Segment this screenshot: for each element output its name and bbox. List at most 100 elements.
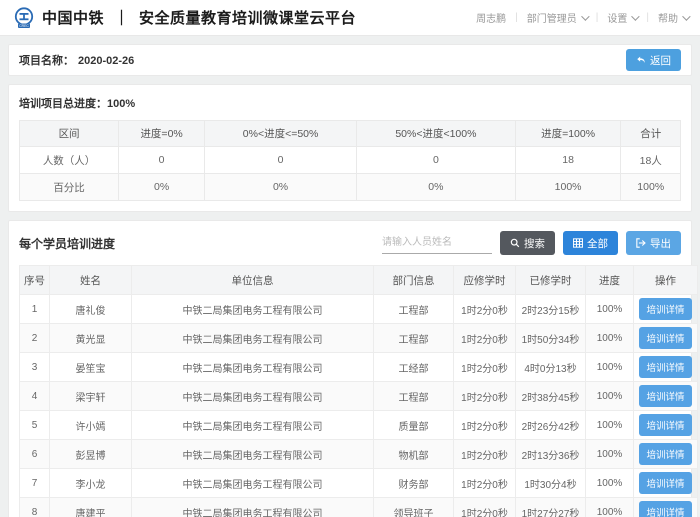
required-hours: 1时2分0秒 [454,411,516,440]
dept-info: 工程部 [374,324,454,353]
percent-value: 0% [357,174,516,201]
student-name: 晏笙宝 [50,353,132,382]
completed-hours: 2时13分36秒 [516,440,586,469]
brand-name: 中国中铁 [42,7,104,28]
table-row: 5许小嫣中铁二局集团电务工程有限公司质量部1时2分0秒2时26分42秒100%培… [20,411,698,440]
table-row: 8唐建平中铁二局集团电务工程有限公司领导班子1时2分0秒1时27分27秒100%… [20,498,698,517]
search-button-label: 搜索 [524,236,545,251]
menu-department-admin[interactable]: 部门管理员 [527,10,587,25]
summary-title-label: 培训项目总进度： [19,98,107,110]
summary-title-value: 100% [107,98,135,110]
unit-info: 中铁二局集团电务工程有限公司 [132,295,374,324]
summary-title: 培训项目总进度：100% [19,95,681,111]
student-name: 唐建平 [50,498,132,517]
action-cell: 培训详情 [634,411,698,440]
students-table: 序号 姓名 单位信息 部门信息 应修学时 已修学时 进度 操作 1唐礼俊中铁二局… [19,265,698,517]
unit-info: 中铁二局集团电务工程有限公司 [132,324,374,353]
percent-value: 100% [621,174,681,201]
all-button[interactable]: 全部 [563,231,618,255]
col-completed-hours: 已修学时 [516,266,586,295]
summary-row-percent: 百分比 0% 0% 0% 100% 100% [20,174,681,201]
completed-hours: 4时0分13秒 [516,353,586,382]
search-button[interactable]: 搜索 [500,231,555,255]
progress-value: 100% [586,440,634,469]
student-name: 李小龙 [50,469,132,498]
col-unit: 单位信息 [132,266,374,295]
percent-value: 100% [515,174,621,201]
student-name: 唐礼俊 [50,295,132,324]
training-detail-button[interactable]: 培训详情 [639,385,691,407]
row-index: 5 [20,411,50,440]
table-row: 4梁宇轩中铁二局集团电务工程有限公司工程部1时2分0秒2时38分45秒100%培… [20,382,698,411]
back-arrow-icon [636,55,646,65]
brand-divider: ｜ [114,7,129,28]
search-input[interactable] [382,232,492,254]
completed-hours: 1时27分27秒 [516,498,586,517]
chevron-down-icon [682,12,690,20]
row-index: 1 [20,295,50,324]
nav-separator: | [646,12,649,23]
export-button[interactable]: 导出 [626,231,681,255]
training-detail-button[interactable]: 培训详情 [639,414,691,436]
nav-separator: | [515,12,518,23]
project-name-value: 2020-02-26 [78,55,134,67]
table-row: 2黄光显中铁二局集团电务工程有限公司工程部1时2分0秒1时50分34秒100%培… [20,324,698,353]
table-row: 6彭昱博中铁二局集团电务工程有限公司物机部1时2分0秒2时13分36秒100%培… [20,440,698,469]
row-index: 7 [20,469,50,498]
progress-value: 100% [586,498,634,517]
completed-hours: 2时23分15秒 [516,295,586,324]
students-table-header-row: 序号 姓名 单位信息 部门信息 应修学时 已修学时 进度 操作 [20,266,698,295]
unit-info: 中铁二局集团电务工程有限公司 [132,353,374,382]
completed-hours: 2时38分45秒 [516,382,586,411]
all-button-label: 全部 [587,236,608,251]
action-cell: 培训详情 [634,440,698,469]
project-name-label: 项目名称： [19,55,74,67]
table-row: 1唐礼俊中铁二局集团电务工程有限公司工程部1时2分0秒2时23分15秒100%培… [20,295,698,324]
chevron-down-icon [581,12,589,20]
count-value: 0 [205,147,357,174]
table-row: 7李小龙中铁二局集团电务工程有限公司财务部1时2分0秒1时30分4秒100%培训… [20,469,698,498]
dept-info: 工程部 [374,382,454,411]
export-icon [636,238,646,248]
student-name: 许小嫣 [50,411,132,440]
training-detail-button[interactable]: 培训详情 [639,327,691,349]
dept-info: 工程部 [374,295,454,324]
count-value: 18人 [621,147,681,174]
menu-help[interactable]: 帮助 [658,10,688,25]
row-index: 6 [20,440,50,469]
nav-separator: | [596,12,599,23]
dept-info: 质量部 [374,411,454,440]
training-detail-button[interactable]: 培训详情 [639,472,691,494]
training-detail-button[interactable]: 培训详情 [639,356,691,378]
dept-info: 领导班子 [374,498,454,517]
unit-info: 中铁二局集团电务工程有限公司 [132,440,374,469]
students-card: 每个学员培训进度 搜索 [8,220,692,517]
col-progress-50-100: 50%<进度<100% [357,121,516,147]
training-detail-button[interactable]: 培训详情 [639,443,691,465]
row-index: 4 [20,382,50,411]
summary-card: 培训项目总进度：100% 区间 进度=0% 0%<进度<=50% 50%<进度<… [8,84,692,212]
training-detail-button[interactable]: 培训详情 [639,298,691,320]
project-name: 项目名称： 2020-02-26 [19,51,134,69]
menu-settings[interactable]: 设置 [607,10,637,25]
completed-hours: 2时26分42秒 [516,411,586,440]
unit-info: 中铁二局集团电务工程有限公司 [132,498,374,517]
menu-label: 部门管理员 [527,10,577,25]
back-button[interactable]: 返回 [626,49,681,71]
col-total: 合计 [621,121,681,147]
training-detail-button[interactable]: 培训详情 [639,501,691,517]
required-hours: 1时2分0秒 [454,295,516,324]
count-value: 0 [357,147,516,174]
user-name[interactable]: 周志鹏 [476,10,506,25]
percent-value: 0% [205,174,357,201]
row-index: 8 [20,498,50,517]
export-button-label: 导出 [650,236,671,251]
top-navbar: CREC 中国中铁 ｜ 安全质量教育培训微课堂云平台 周志鹏 | 部门管理员 |… [0,0,700,36]
students-header: 每个学员培训进度 搜索 [19,231,681,255]
summary-table: 区间 进度=0% 0%<进度<=50% 50%<进度<100% 进度=100% … [19,120,681,201]
action-cell: 培训详情 [634,382,698,411]
summary-row-count: 人数（人） 0 0 0 18 18人 [20,147,681,174]
crec-logo-icon: CREC [12,6,36,30]
dept-info: 物机部 [374,440,454,469]
row-label: 百分比 [20,174,119,201]
